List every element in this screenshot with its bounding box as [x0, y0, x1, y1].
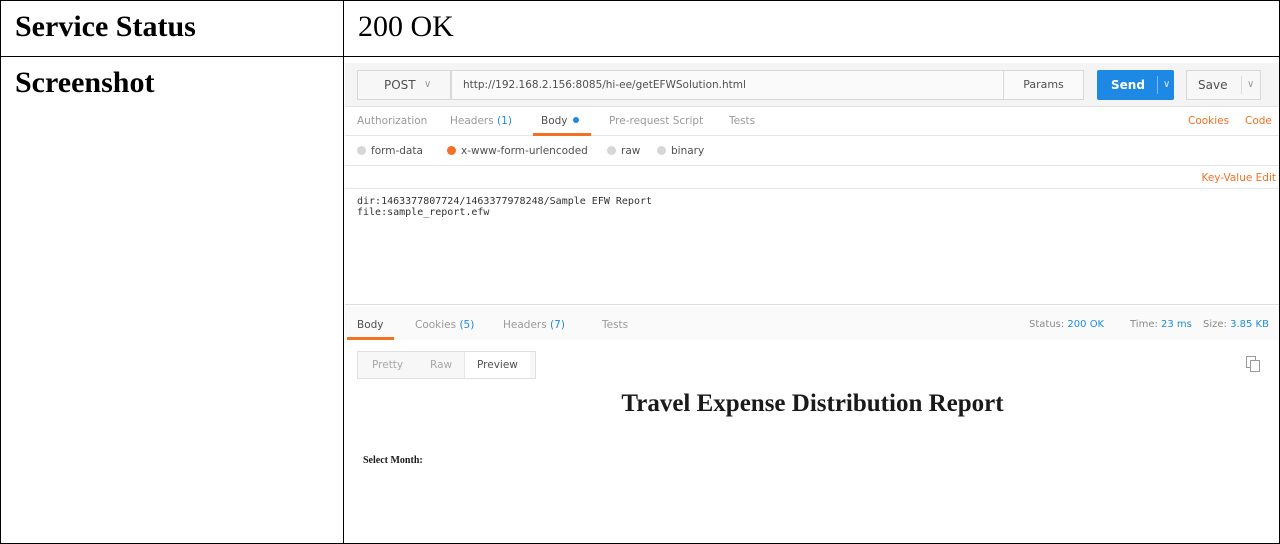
send-button[interactable]: Send ∨	[1097, 70, 1174, 100]
request-url-bar: POST ∨ http://192.168.2.156:8085/hi-ee/g…	[345, 63, 1279, 107]
tab-tests[interactable]: Tests	[729, 108, 755, 136]
service-status-label: Service Status	[0, 0, 344, 57]
resp-tab-tests-label: Tests	[602, 319, 629, 331]
response-time: Time: 23 ms	[1130, 312, 1192, 338]
size-label: Size:	[1203, 319, 1227, 330]
resp-tab-cookies-label: Cookies	[415, 319, 457, 331]
radio-x-www-form-urlencoded[interactable]: x-www-form-urlencoded	[447, 136, 588, 166]
active-tab-underline	[347, 337, 394, 340]
radio-form-data[interactable]: form-data	[357, 136, 423, 166]
request-tabs: Authorization Headers (1) Body Pre-reque…	[345, 108, 1279, 136]
resp-tab-cookies-count: (5)	[459, 319, 475, 331]
radio-binary-label: binary	[671, 145, 705, 157]
chevron-down-icon: ∨	[424, 79, 432, 90]
view-pretty-button[interactable]: Pretty	[372, 352, 403, 378]
method-label: POST	[384, 78, 416, 92]
view-preview-button[interactable]: Preview	[464, 352, 530, 378]
radio-raw-label: raw	[621, 145, 641, 157]
tab-tests-label: Tests	[729, 115, 756, 127]
status-label: Status:	[1029, 319, 1065, 330]
screenshot-cell: POST ∨ http://192.168.2.156:8085/hi-ee/g…	[343, 56, 1280, 544]
radio-raw[interactable]: raw	[607, 136, 640, 166]
radio-form-data-label: form-data	[371, 145, 423, 157]
key-value-edit-link[interactable]: Key-Value Edit	[1201, 167, 1278, 189]
raw-body-line-2: file:sample_report.efw	[357, 207, 490, 218]
radio-binary[interactable]: binary	[657, 136, 704, 166]
preview-select-month-label: Select Month:	[363, 455, 423, 466]
radio-icon	[357, 146, 366, 155]
chevron-down-icon[interactable]: ∨	[1163, 70, 1170, 100]
resp-tab-headers[interactable]: Headers (7)	[503, 312, 565, 340]
tab-body-label: Body	[541, 115, 568, 127]
url-input[interactable]: http://192.168.2.156:8085/hi-ee/getEFWSo…	[451, 70, 1004, 100]
method-select[interactable]: POST ∨	[357, 70, 451, 100]
key-value-edit-bar: Key-Value Edit	[345, 167, 1279, 189]
tab-headers[interactable]: Headers (1)	[450, 108, 512, 136]
document-table: Service Status 200 OK Screenshot POST ∨ …	[0, 0, 1280, 544]
postman-screenshot: POST ∨ http://192.168.2.156:8085/hi-ee/g…	[345, 63, 1279, 543]
body-indicator-dot	[572, 117, 579, 123]
tab-authorization[interactable]: Authorization	[357, 108, 427, 136]
resp-tab-cookies[interactable]: Cookies (5)	[415, 312, 474, 340]
tab-headers-label: Headers	[450, 115, 494, 127]
resp-tab-headers-label: Headers	[503, 319, 547, 331]
radio-icon	[657, 146, 666, 155]
resp-tab-body-label: Body	[357, 319, 384, 331]
send-divider	[1157, 76, 1158, 94]
status-value: 200 OK	[1067, 319, 1105, 330]
body-mode-options: form-data x-www-form-urlencoded raw bina…	[345, 136, 1279, 166]
tab-headers-count: (1)	[497, 115, 512, 127]
raw-body-editor[interactable]: dir:1463377807724/1463377978248/Sample E…	[345, 189, 1279, 305]
chevron-down-icon[interactable]: ∨	[1247, 71, 1254, 99]
radio-urlencoded-label: x-www-form-urlencoded	[461, 145, 588, 157]
send-label: Send	[1111, 78, 1145, 92]
response-view-modes: Pretty Raw Preview	[357, 351, 536, 379]
code-link[interactable]: Code	[1245, 108, 1272, 136]
cookies-link[interactable]: Cookies	[1188, 108, 1229, 136]
service-status-value: 200 OK	[343, 0, 1280, 57]
time-value: 23 ms	[1161, 319, 1192, 330]
response-status: Status: 200 OK	[1029, 312, 1104, 338]
response-tabs: Body Cookies (5) Headers (7) Tests Statu…	[345, 306, 1279, 340]
save-button[interactable]: Save ∨	[1186, 70, 1261, 100]
params-button[interactable]: Params	[1004, 70, 1084, 100]
view-raw-button[interactable]: Raw	[430, 352, 452, 378]
tab-prerequest-script[interactable]: Pre-request Script	[609, 108, 703, 136]
response-size: Size: 3.85 KB	[1203, 312, 1269, 338]
radio-icon	[607, 146, 616, 155]
tab-prerequest-label: Pre-request Script	[609, 115, 704, 127]
screenshot-label: Screenshot	[0, 56, 344, 544]
time-label: Time:	[1130, 319, 1158, 330]
preview-report-title: Travel Expense Distribution Report	[621, 390, 1004, 417]
resp-tab-body[interactable]: Body	[347, 312, 394, 340]
table-row-screenshot: Screenshot POST ∨ http://192.168.2.156:8…	[0, 56, 1280, 544]
copy-icon[interactable]	[1246, 356, 1260, 372]
resp-tab-headers-count: (7)	[550, 319, 565, 331]
table-row-service-status: Service Status 200 OK	[0, 0, 1280, 57]
radio-selected-icon	[447, 146, 456, 155]
size-value: 3.85 KB	[1230, 319, 1269, 330]
resp-tab-tests[interactable]: Tests	[602, 312, 628, 340]
tab-authorization-label: Authorization	[357, 115, 428, 127]
save-divider	[1241, 76, 1242, 94]
tab-body[interactable]: Body	[533, 108, 591, 136]
save-label: Save	[1198, 78, 1228, 92]
raw-body-line-1: dir:1463377807724/1463377978248/Sample E…	[357, 196, 653, 207]
